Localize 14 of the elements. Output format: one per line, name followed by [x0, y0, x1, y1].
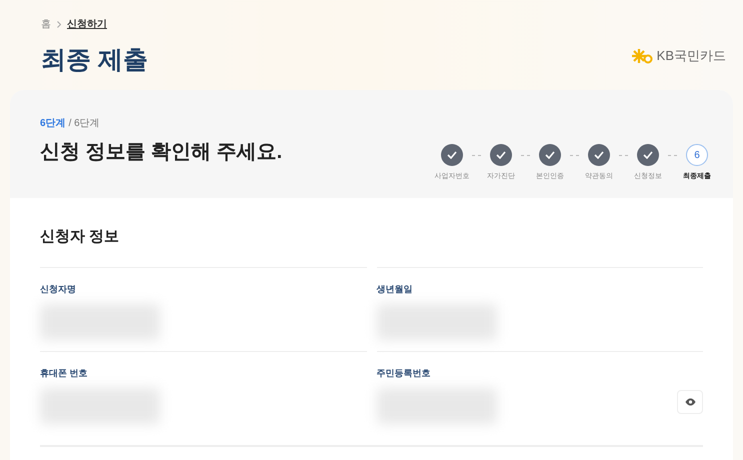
show-icon[interactable] [677, 390, 703, 414]
field-label: 휴대폰 번호 [40, 366, 89, 380]
current-step: 6단계 [40, 116, 66, 131]
field-label: 생년월일 [376, 282, 414, 296]
section-title: 신청자 정보 [39, 227, 120, 247]
breadcrumb-link[interactable]: 신청하기 [67, 17, 107, 32]
chevron-icon [57, 21, 61, 28]
total-steps: / 6단계 [68, 116, 100, 131]
page-title: 최종 제출 [41, 45, 148, 76]
field-label: 신청자명 [40, 282, 77, 296]
heading: 신청 정보를 확인해 주세요. [40, 140, 282, 165]
field-label: 주민등록번호 [376, 366, 432, 380]
brand-logo: KB국민카드 [630, 47, 726, 65]
step-number: 6 [686, 144, 708, 166]
